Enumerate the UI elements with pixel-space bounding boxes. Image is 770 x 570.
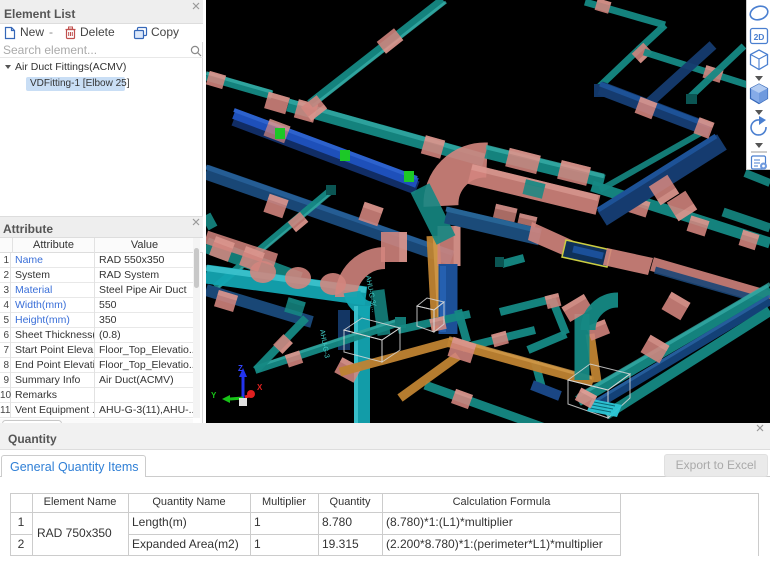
svg-text:Z: Z bbox=[238, 364, 243, 373]
svg-text:Y: Y bbox=[211, 391, 217, 400]
svg-text:2D: 2D bbox=[754, 32, 765, 42]
svg-text:X: X bbox=[257, 383, 263, 392]
